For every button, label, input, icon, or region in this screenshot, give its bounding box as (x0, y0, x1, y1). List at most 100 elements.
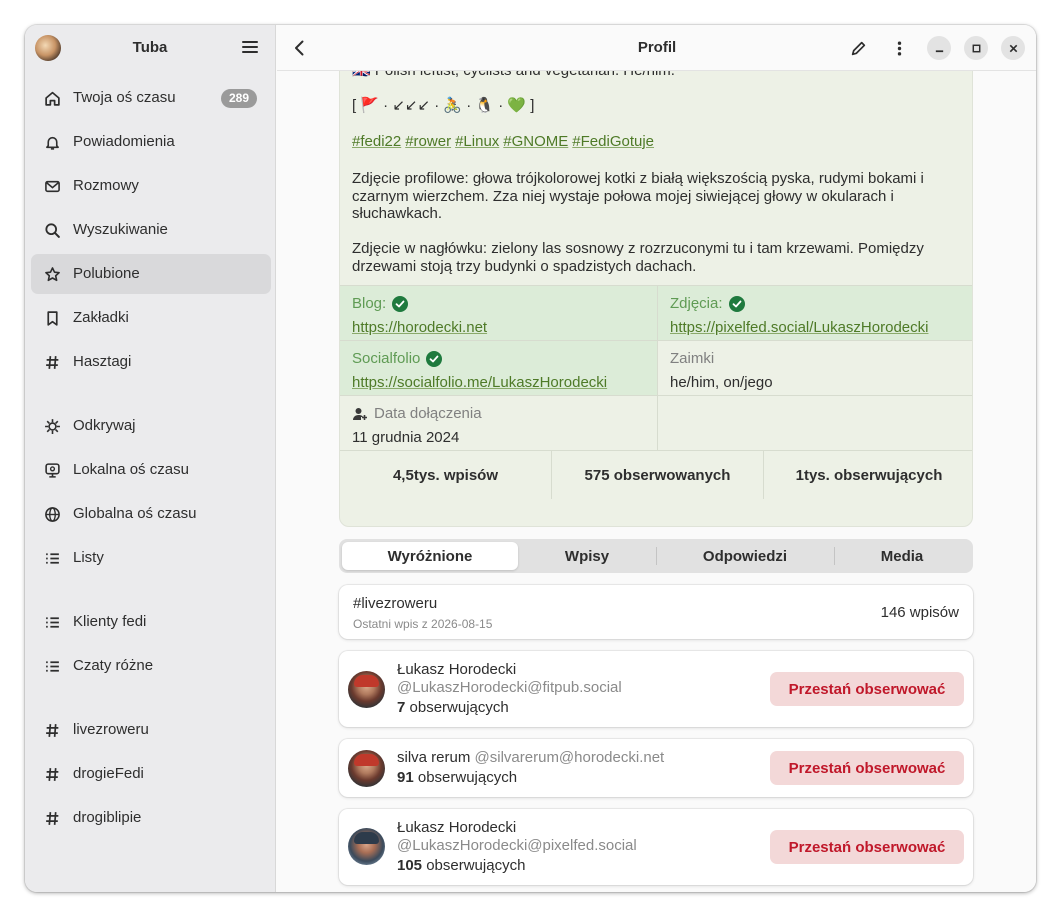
followers-number: 105 (397, 857, 423, 874)
maximize-icon (972, 44, 980, 52)
sidebar-item-tag-drogiblipie[interactable]: drogiblipie (31, 798, 271, 838)
sidebar-item-label: Zakładki (73, 309, 129, 326)
tab-featured[interactable]: Wyróżnione (342, 542, 518, 570)
sidebar-item-tag-livezroweru[interactable]: livezroweru (31, 710, 271, 750)
sidebar-item-conversations[interactable]: Rozmowy (31, 166, 271, 206)
sidebar-item-search[interactable]: Wyszukiwanie (31, 210, 271, 250)
hashtag-link[interactable]: #GNOME (503, 133, 568, 150)
sidebar-item-explore[interactable]: Odkrywaj (31, 406, 271, 446)
field-value-link[interactable]: https://socialfolio.me/LukaszHorodecki (352, 374, 607, 391)
followers-number: 7 (397, 699, 406, 716)
account-handle: @LukaszHorodecki@pixelfed.social (397, 837, 637, 854)
edit-button[interactable] (847, 37, 869, 59)
hashtag-link[interactable]: #fedi22 (352, 133, 401, 150)
more-options-button[interactable] (888, 37, 910, 59)
followers-count-button[interactable]: 1tys. obserwujących (763, 451, 972, 499)
local-timeline-icon (43, 461, 61, 479)
profile-tabs: Wyróżnione Wpisy Odpowiedzi Media (339, 539, 973, 573)
sidebar-item-local-timeline[interactable]: Lokalna oś czasu (31, 450, 271, 490)
field-value-link[interactable]: https://pixelfed.social/LukaszHorodecki (670, 319, 928, 336)
featured-hashtag-count: 146 wpisów (880, 604, 959, 621)
field-name: Socialfolio (352, 350, 443, 367)
list-icon (43, 613, 61, 631)
header-bar: Profil (277, 25, 1036, 71)
vertical-dots-icon (897, 40, 901, 56)
sidebar-item-notifications[interactable]: Powiadomienia (31, 122, 271, 162)
avatar[interactable] (348, 828, 385, 865)
field-empty (657, 396, 972, 451)
field-pronouns: Zaimki he/him, on/jego (657, 341, 972, 396)
sidebar-item-label: livezroweru (73, 721, 149, 738)
sidebar-item-bookmarks[interactable]: Zakładki (31, 298, 271, 338)
unfollow-button[interactable]: Przestań obserwować (770, 751, 964, 785)
close-icon (1009, 44, 1017, 52)
account-handle: @silvarerum@horodecki.net (474, 749, 665, 766)
sidebar-item-list-czaty-rozne[interactable]: Czaty różne (31, 646, 271, 686)
field-value: he/him, on/jego (670, 374, 773, 391)
search-icon (43, 221, 61, 239)
account-display-name: silva rerum @silvarerum@horodecki.net (397, 749, 664, 766)
minimize-button[interactable] (927, 36, 951, 60)
field-socialfolio: Socialfolio https://socialfolio.me/Lukas… (340, 341, 657, 396)
sidebar-item-list-klienty-fedi[interactable]: Klienty fedi (31, 602, 271, 642)
home-icon (43, 89, 61, 107)
back-button[interactable] (289, 37, 311, 59)
account-row[interactable]: Łukasz Horodecki @LukaszHorodecki@pixelf… (339, 809, 973, 885)
sidebar-item-label: drogieFedi (73, 765, 144, 782)
tab-separator (834, 547, 835, 565)
followers-label: obserwujących (417, 769, 518, 786)
minimize-icon (935, 49, 943, 52)
sidebar-item-lists[interactable]: Listy (31, 538, 271, 578)
account-followers: 105 obserwujących (397, 857, 525, 874)
close-button[interactable] (1001, 36, 1025, 60)
verified-check-icon (728, 295, 745, 312)
verified-check-icon (392, 295, 409, 312)
field-blog: Blog: https://horodecki.net (340, 286, 657, 341)
sidebar-item-tag-drogiefedi[interactable]: drogieFedi (31, 754, 271, 794)
field-name: Zdjęcia: (670, 295, 745, 312)
sidebar-item-global-timeline[interactable]: Globalna oś czasu (31, 494, 271, 534)
sidebar: Tuba Twoja oś czasu 289 Powiadomienia Ro… (25, 25, 276, 892)
field-joined: Data dołączenia 11 grudnia 2024 (340, 396, 657, 451)
hashtag-link[interactable]: #Linux (455, 133, 499, 150)
list-icon (43, 549, 61, 567)
sidebar-header: Tuba (25, 25, 276, 71)
sidebar-item-label: Powiadomienia (73, 133, 175, 150)
main-menu-icon[interactable] (241, 39, 259, 57)
unread-count-badge: 289 (220, 89, 257, 108)
hashtag-link[interactable]: #rower (405, 133, 451, 150)
field-label: Zdjęcia: (670, 295, 723, 312)
field-label: Socialfolio (352, 350, 421, 367)
sidebar-item-favourites[interactable]: Polubione (31, 254, 271, 294)
globe-icon (43, 505, 61, 523)
sidebar-item-label: Klienty fedi (73, 613, 147, 630)
avatar[interactable] (348, 671, 385, 708)
avatar[interactable] (348, 750, 385, 787)
unfollow-button[interactable]: Przestań obserwować (770, 830, 964, 864)
field-row: Blog: https://horodecki.net Zdjęcia: htt… (340, 285, 972, 341)
account-row[interactable]: silva rerum @silvarerum@horodecki.net 91… (339, 739, 973, 797)
person-add-icon (353, 407, 367, 420)
hashtag-link[interactable]: #FediGotuje (572, 133, 654, 150)
featured-hashtag-name: #livezroweru (353, 595, 438, 612)
sidebar-item-label: Globalna oś czasu (73, 505, 197, 522)
tab-replies[interactable]: Odpowiedzi (659, 542, 831, 570)
sidebar-item-hashtags[interactable]: Hasztagi (31, 342, 271, 382)
profile-scroll-area[interactable]: 🇬🇧 Polish leftist, cyclists and vegetari… (277, 71, 1036, 892)
tab-posts[interactable]: Wpisy (522, 542, 652, 570)
maximize-button[interactable] (964, 36, 988, 60)
bio-line: 🇬🇧 Polish leftist, cyclists and vegetari… (352, 71, 962, 80)
sidebar-item-home[interactable]: Twoja oś czasu 289 (31, 78, 271, 118)
account-avatar[interactable] (35, 35, 61, 61)
tab-separator (656, 547, 657, 565)
unfollow-button[interactable]: Przestań obserwować (770, 672, 964, 706)
sidebar-item-label: Listy (73, 549, 104, 566)
verified-check-icon (426, 350, 443, 367)
field-value-link[interactable]: https://horodecki.net (352, 319, 487, 336)
posts-count-button[interactable]: 4,5tys. wpisów (340, 451, 551, 499)
field-label: Blog: (352, 295, 387, 312)
account-row[interactable]: Łukasz Horodecki @LukaszHorodecki@fitpub… (339, 651, 973, 727)
following-count-button[interactable]: 575 obserwowanych (551, 451, 763, 499)
featured-hashtag-row[interactable]: #livezroweru Ostatni wpis z 2026-08-15 1… (339, 585, 973, 639)
tab-media[interactable]: Media (837, 542, 967, 570)
